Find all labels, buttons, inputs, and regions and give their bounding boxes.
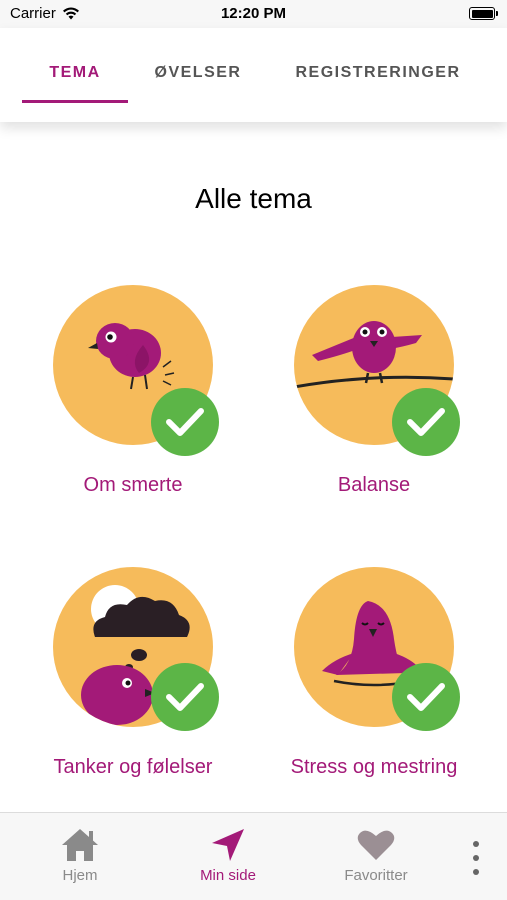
nav-item-favoritter[interactable]: Favoritter — [326, 827, 426, 884]
dot — [473, 869, 479, 875]
completed-check-icon — [151, 388, 219, 456]
theme-card-tanker-og-folelser[interactable]: Tanker og følelser — [23, 567, 243, 787]
navigation-arrow-icon — [212, 829, 244, 861]
completed-check-icon — [392, 388, 460, 456]
active-tab-indicator — [22, 100, 128, 103]
page-title: Alle tema — [195, 183, 312, 214]
nav-item-min-side[interactable]: Min side — [178, 827, 278, 884]
nav-item-hjem[interactable]: Hjem — [30, 827, 130, 884]
tab-tema[interactable]: TEMA — [22, 64, 128, 82]
battery-icon — [469, 7, 498, 20]
home-icon — [62, 829, 98, 861]
more-options-icon[interactable] — [466, 841, 486, 875]
dot — [473, 855, 479, 861]
theme-label: Tanker og følelser — [53, 756, 213, 778]
top-tab-bar: TEMA ØVELSER REGISTRERINGER — [0, 28, 507, 122]
heart-icon — [357, 830, 395, 860]
bottom-navigation: Hjem Min side Favoritter — [0, 812, 507, 900]
theme-label: Stress og mestring — [290, 756, 458, 778]
completed-check-icon — [151, 663, 219, 731]
completed-check-icon — [392, 663, 460, 731]
theme-card-om-smerte[interactable]: Om smerte — [23, 285, 243, 505]
nav-label-min-side: Min side — [200, 867, 256, 884]
status-bar: Carrier 12:20 PM — [0, 0, 507, 28]
tab-registreringer[interactable]: REGISTRERINGER — [290, 64, 466, 82]
theme-label: Om smerte — [83, 474, 183, 496]
theme-card-balanse[interactable]: Balanse — [264, 285, 484, 505]
dot — [473, 841, 479, 847]
clock: 12:20 PM — [220, 5, 287, 22]
tab-ovelser[interactable]: ØVELSER — [150, 64, 246, 82]
nav-label-hjem: Hjem — [62, 867, 98, 884]
nav-label-favoritter: Favoritter — [344, 867, 408, 884]
theme-card-stress-og-mestring[interactable]: Stress og mestring — [264, 567, 484, 787]
theme-label: Balanse — [337, 474, 411, 496]
